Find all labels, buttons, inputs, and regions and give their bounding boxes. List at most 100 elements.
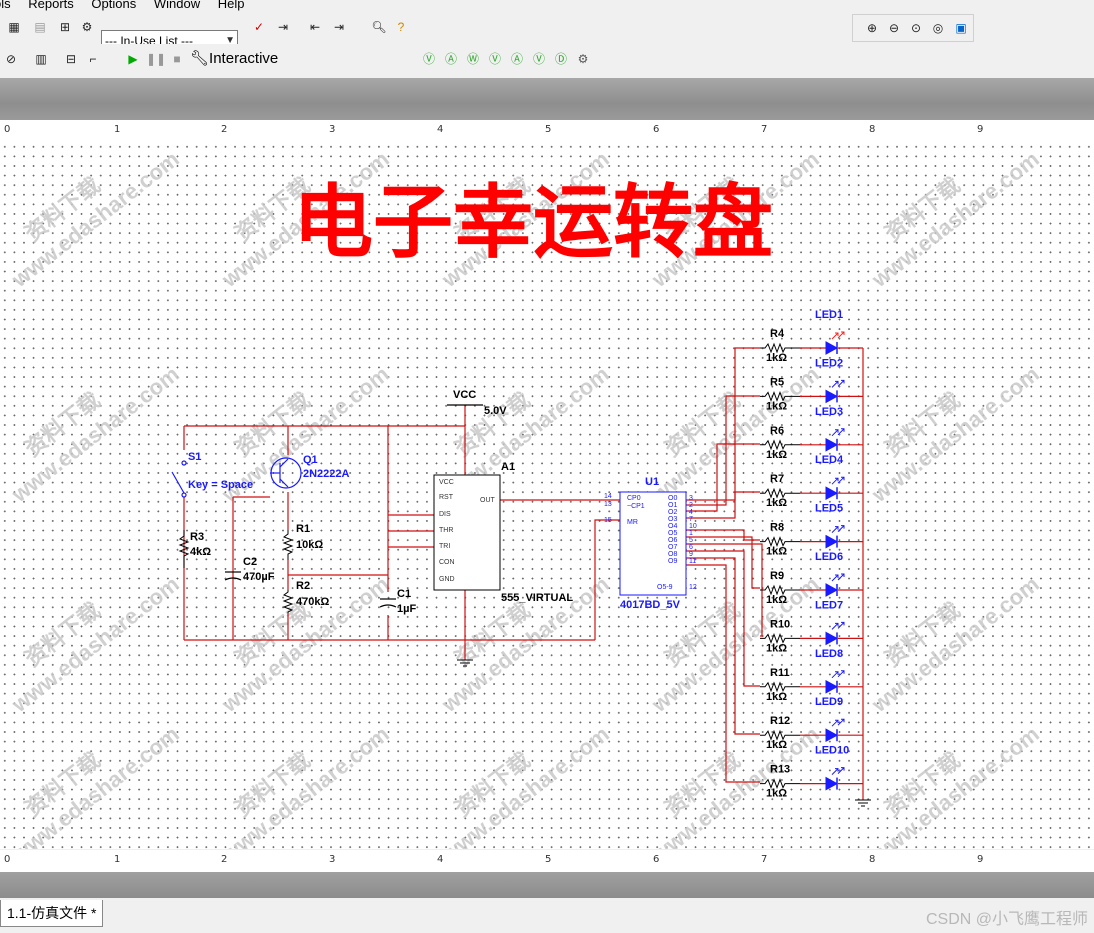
zoom-area-icon[interactable]: ⊙: [907, 19, 925, 37]
c1-label: C1: [397, 588, 411, 600]
pin-label: OUT: [480, 497, 496, 504]
ruler-number: 5: [545, 124, 552, 135]
meter-icon[interactable]: ▥: [32, 50, 50, 68]
pin-label: RST: [439, 494, 454, 501]
wattmeter-icon[interactable]: Ⓦ: [464, 50, 482, 68]
run-icon[interactable]: ▶: [124, 50, 142, 68]
ruler-number: 2: [221, 854, 228, 865]
zoom-in-icon[interactable]: ⊕: [863, 19, 881, 37]
pin-number: 11: [689, 558, 696, 565]
resistor-label: R13: [770, 764, 790, 776]
resistor-value: 1kΩ: [766, 546, 787, 558]
bottom-ruler: 0 1 2 3 4 5 6 7 8 9: [0, 850, 1094, 873]
menu-tools[interactable]: ols: [0, 0, 11, 10]
led-diode: [825, 728, 839, 743]
s1-label: S1: [188, 451, 201, 463]
netlist-icon[interactable]: ⊟: [62, 50, 80, 68]
led-light-icon: [831, 331, 845, 340]
watermark-url: www.edashare.com: [216, 721, 393, 849]
workspace-frame-top: [0, 78, 1094, 120]
settings-gear-icon[interactable]: ⚙: [574, 50, 592, 68]
probe-digital-icon[interactable]: Ⓓ: [552, 50, 570, 68]
ruler-number: 0: [4, 854, 11, 865]
resistor-value: 1kΩ: [766, 352, 787, 364]
switch-s1[interactable]: [171, 460, 187, 498]
pause-icon[interactable]: ❚❚: [146, 50, 166, 68]
menu-help[interactable]: Help: [218, 0, 245, 10]
pin-label: CP0: [627, 495, 641, 502]
led-label: LED7: [815, 599, 843, 611]
zoom-out-icon[interactable]: ⊖: [885, 19, 903, 37]
pin-label: GND: [439, 576, 455, 583]
menu-reports[interactable]: Reports: [28, 0, 74, 10]
tab-simulation-file[interactable]: 1.1-仿真文件 *: [0, 900, 104, 927]
resistor-value: 1kΩ: [766, 400, 787, 412]
r3-label: R3: [190, 531, 204, 543]
component-icon[interactable]: ⚙: [78, 18, 96, 36]
probe-a-icon[interactable]: Ⓐ: [508, 50, 526, 68]
pin-number: 1: [689, 530, 693, 537]
resistor: [760, 681, 800, 693]
led-diode: [825, 389, 839, 404]
menu-window[interactable]: Window: [154, 0, 200, 10]
transfer-icon[interactable]: ⇥: [274, 18, 292, 36]
hierarchy-icon[interactable]: ⊞: [56, 18, 74, 36]
capacitor-c1[interactable]: [379, 598, 397, 608]
led-label: LED2: [815, 357, 843, 369]
led-row: R11 1kΩ LED8: [760, 648, 863, 703]
menu-options[interactable]: Options: [91, 0, 136, 10]
r3-value: 4kΩ: [190, 546, 211, 558]
watermark-text: www.edashare.com资料下载: [6, 571, 183, 717]
ruler-number: 1: [114, 124, 121, 135]
database-icon[interactable]: ▤: [31, 18, 49, 36]
toolbar-row-2: ⊘ ▥ ⊟ ⌐ ▶ ❚❚ ■ 🔧︎Interactive Ⓥ Ⓐ Ⓦ Ⓥ Ⓐ Ⓥ…: [0, 44, 600, 74]
pin-number: 13: [604, 501, 612, 508]
ground-led-icon: [855, 799, 871, 807]
watermark-url: www.edashare.com: [436, 721, 613, 849]
schematic-canvas[interactable]: www.edashare.com 资料下载 www.edashare.com 资料下载…: [0, 142, 1094, 849]
watermark-text: www.edashare.com资料下载: [436, 721, 613, 849]
watermark-text: www.edashare.com资料下载: [6, 146, 183, 292]
led-diode: [825, 437, 839, 452]
forward-annotate-icon[interactable]: ⇥: [330, 18, 348, 36]
back-annotate-icon[interactable]: ⇤: [306, 18, 324, 36]
zoom-fit-icon[interactable]: ◎: [929, 19, 947, 37]
probe-dv-icon[interactable]: Ⓥ: [530, 50, 548, 68]
probe-v-icon[interactable]: Ⓥ: [486, 50, 504, 68]
resistor-value: 1kΩ: [766, 594, 787, 606]
pin-label: VCC: [439, 479, 454, 486]
step-icon[interactable]: ⌐: [84, 50, 102, 68]
help-icon[interactable]: ?: [392, 18, 410, 36]
led-diode: [825, 631, 839, 646]
spreadsheet-icon[interactable]: ▦: [5, 18, 23, 36]
watermark-text: www.edashare.com资料下载: [6, 721, 183, 849]
find-icon[interactable]: 🔍︎: [370, 18, 388, 36]
resistor-label: R8: [770, 522, 784, 534]
interactive-button[interactable]: 🔧︎Interactive: [190, 48, 278, 70]
watermark-url: www.edashare.com: [646, 721, 823, 849]
led-light-icon: [831, 718, 845, 727]
ruler-number: 6: [653, 854, 660, 865]
led-row: R4 1kΩ LED1: [760, 309, 863, 364]
pin-number: 2: [689, 502, 693, 509]
resistor: [760, 342, 800, 354]
probe-icon[interactable]: ⊘: [2, 50, 20, 68]
voltmeter-icon[interactable]: Ⓥ: [420, 50, 438, 68]
led-label: LED1: [815, 309, 843, 321]
c1-value: 1µF: [397, 603, 416, 615]
erc-icon[interactable]: ✓: [250, 18, 268, 36]
led-light-icon: [831, 767, 845, 775]
pin-label: O7: [668, 544, 677, 551]
resistor-r3[interactable]: [178, 530, 190, 568]
pin-number: 4: [689, 509, 693, 516]
stop-icon[interactable]: ■: [168, 50, 186, 68]
ammeter-icon[interactable]: Ⓐ: [442, 50, 460, 68]
ruler-number: 2: [221, 124, 228, 135]
pin-label: MR: [627, 519, 638, 526]
pin-label: O8: [668, 551, 677, 558]
led-diode: [825, 583, 839, 597]
resistor-label: R10: [770, 618, 790, 630]
resistor-r1[interactable]: [282, 530, 294, 560]
full-screen-icon[interactable]: ▣: [952, 19, 970, 37]
watermark-text: www.edashare.com资料下载: [866, 721, 1043, 849]
